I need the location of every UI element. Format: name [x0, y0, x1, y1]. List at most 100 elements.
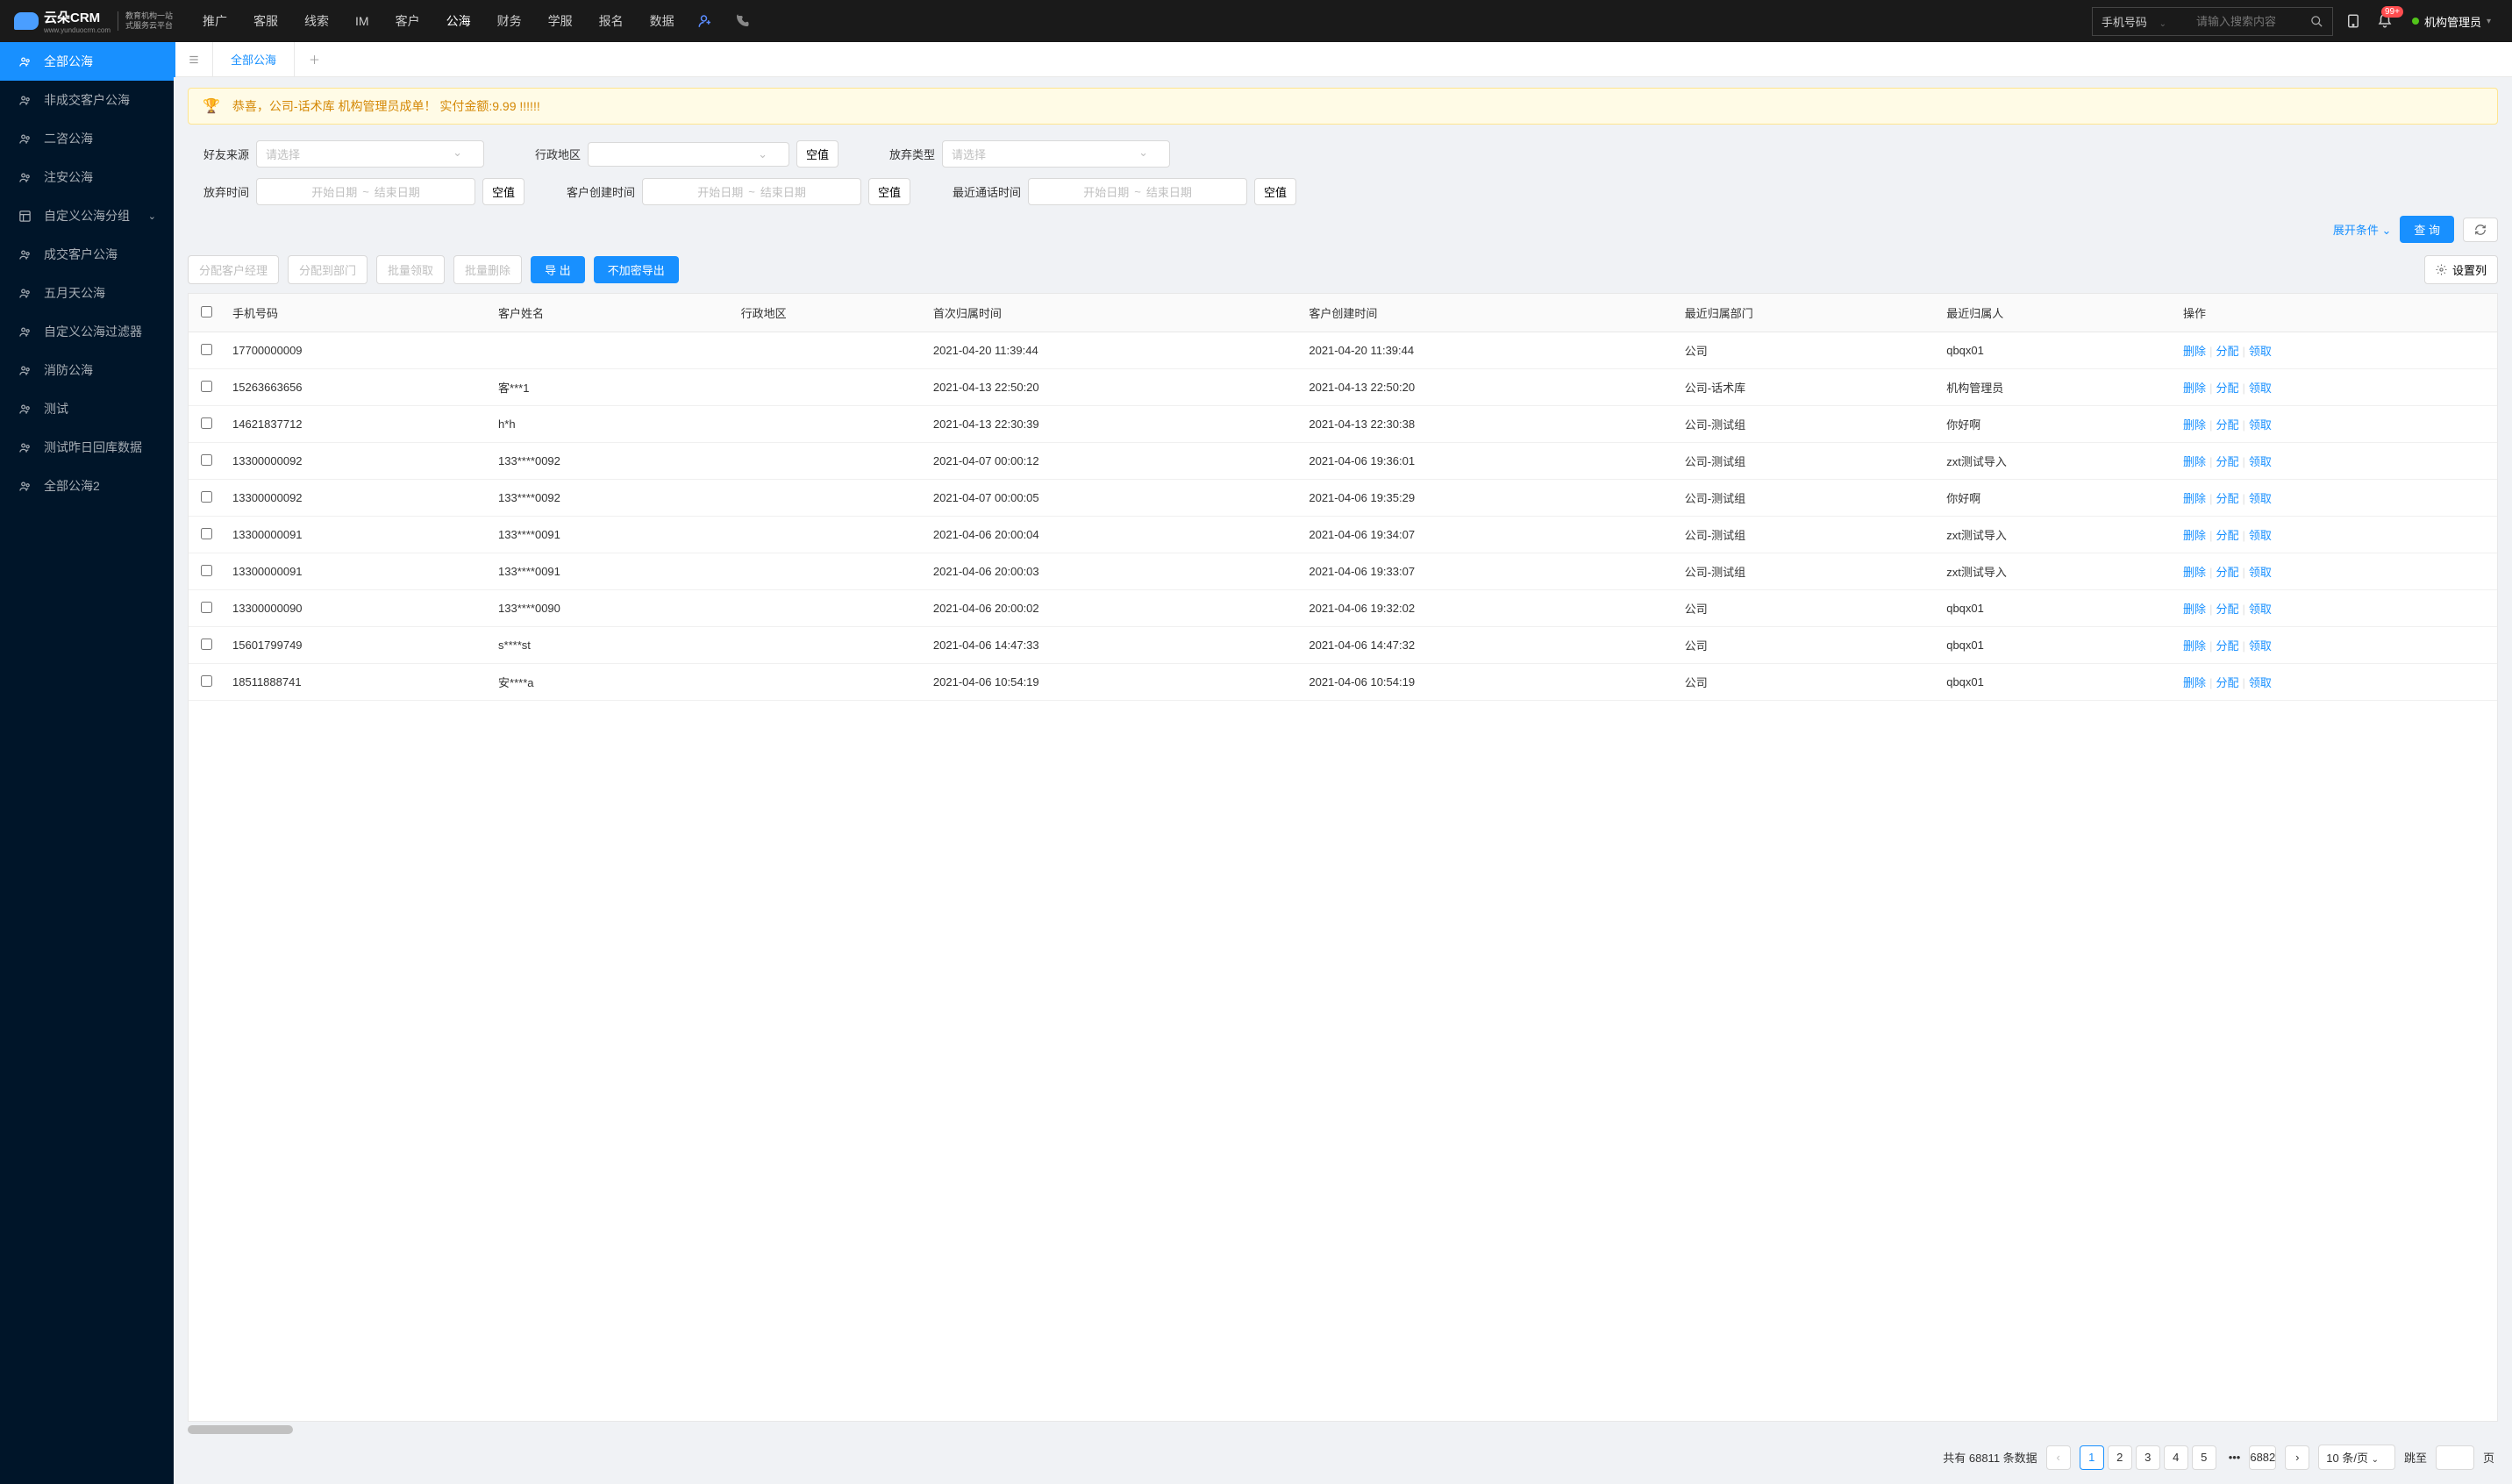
sidebar-item[interactable]: 消防公海 — [0, 351, 174, 389]
nav-item[interactable]: 线索 — [292, 0, 341, 42]
query-button[interactable]: 查 询 — [2400, 216, 2454, 243]
filter-create-time-empty[interactable]: 空值 — [868, 178, 910, 205]
row-checkbox[interactable] — [201, 565, 212, 576]
user-menu[interactable]: 机构管理员 ▾ — [2405, 13, 2498, 30]
row-claim-link[interactable]: 领取 — [2249, 455, 2272, 468]
batch-delete-button[interactable]: 批量删除 — [453, 255, 522, 284]
sidebar-item[interactable]: 自定义公海过滤器 — [0, 312, 174, 351]
filter-source-select[interactable]: 请选择⌄ — [256, 140, 484, 168]
bell-icon[interactable]: 99+ — [2373, 10, 2396, 32]
nav-item[interactable]: 客户 — [383, 0, 432, 42]
page-number-button[interactable]: 1 — [2080, 1445, 2104, 1470]
row-assign-link[interactable]: 分配 — [2216, 566, 2238, 579]
row-checkbox[interactable] — [201, 454, 212, 466]
search-button[interactable] — [2301, 8, 2332, 35]
row-checkbox[interactable] — [201, 344, 212, 355]
row-claim-link[interactable]: 领取 — [2249, 566, 2272, 579]
nav-item[interactable]: 学服 — [536, 0, 585, 42]
row-delete-link[interactable]: 删除 — [2183, 418, 2206, 432]
row-checkbox[interactable] — [201, 417, 212, 429]
row-assign-link[interactable]: 分配 — [2216, 382, 2238, 395]
row-delete-link[interactable]: 删除 — [2183, 492, 2206, 505]
sidebar-item[interactable]: 成交客户公海 — [0, 235, 174, 274]
page-number-button[interactable]: 3 — [2136, 1445, 2160, 1470]
filter-call-time-empty[interactable]: 空值 — [1254, 178, 1296, 205]
column-settings-button[interactable]: 设置列 — [2424, 255, 2498, 284]
row-delete-link[interactable]: 删除 — [2183, 676, 2206, 689]
phone-icon[interactable] — [724, 0, 760, 42]
row-assign-link[interactable]: 分配 — [2216, 639, 2238, 653]
row-delete-link[interactable]: 删除 — [2183, 345, 2206, 358]
row-assign-link[interactable]: 分配 — [2216, 418, 2238, 432]
add-user-icon[interactable] — [687, 0, 724, 42]
row-claim-link[interactable]: 领取 — [2249, 418, 2272, 432]
page-size-select[interactable]: 10 条/页 ⌄ — [2318, 1445, 2395, 1470]
export-plain-button[interactable]: 不加密导出 — [594, 256, 679, 283]
row-claim-link[interactable]: 领取 — [2249, 345, 2272, 358]
row-delete-link[interactable]: 删除 — [2183, 455, 2206, 468]
search-type-select[interactable]: 手机号码 ⌄ — [2093, 8, 2187, 35]
sidebar-item[interactable]: 自定义公海分组⌄ — [0, 196, 174, 235]
row-checkbox[interactable] — [201, 381, 212, 392]
nav-item[interactable]: 财务 — [485, 0, 534, 42]
row-checkbox[interactable] — [201, 639, 212, 650]
filter-abandon-type-select[interactable]: 请选择⌄ — [942, 140, 1170, 168]
sidebar-item[interactable]: 二咨公海 — [0, 119, 174, 158]
row-assign-link[interactable]: 分配 — [2216, 455, 2238, 468]
last-page-button[interactable]: 6882 — [2249, 1445, 2276, 1470]
row-claim-link[interactable]: 领取 — [2249, 603, 2272, 616]
logo[interactable]: 云朵CRM www.yunduocrm.com 教育机构一站 式服务云平台 — [14, 8, 173, 34]
row-checkbox[interactable] — [201, 675, 212, 687]
page-number-button[interactable]: 5 — [2192, 1445, 2216, 1470]
row-checkbox[interactable] — [201, 528, 212, 539]
row-checkbox[interactable] — [201, 602, 212, 613]
nav-item[interactable]: IM — [343, 0, 382, 42]
row-claim-link[interactable]: 领取 — [2249, 529, 2272, 542]
filter-region-select[interactable]: ⌄ — [588, 142, 789, 167]
row-delete-link[interactable]: 删除 — [2183, 566, 2206, 579]
sidebar-item[interactable]: 五月天公海 — [0, 274, 174, 312]
sidebar-item[interactable]: 注安公海 — [0, 158, 174, 196]
search-input[interactable] — [2187, 8, 2301, 35]
refresh-button[interactable] — [2463, 218, 2498, 242]
row-assign-link[interactable]: 分配 — [2216, 529, 2238, 542]
row-checkbox[interactable] — [201, 491, 212, 503]
row-assign-link[interactable]: 分配 — [2216, 345, 2238, 358]
tab-collapse-icon[interactable] — [174, 42, 213, 77]
sidebar-item[interactable]: 全部公海2 — [0, 467, 174, 505]
batch-claim-button[interactable]: 批量领取 — [376, 255, 445, 284]
row-assign-link[interactable]: 分配 — [2216, 603, 2238, 616]
filter-abandon-time-range[interactable]: 开始日期~结束日期 — [256, 178, 475, 205]
row-claim-link[interactable]: 领取 — [2249, 676, 2272, 689]
nav-item[interactable]: 推广 — [190, 0, 239, 42]
row-claim-link[interactable]: 领取 — [2249, 382, 2272, 395]
export-button[interactable]: 导 出 — [531, 256, 585, 283]
select-all-checkbox[interactable] — [201, 306, 212, 317]
horizontal-scrollbar[interactable] — [188, 1425, 293, 1434]
sidebar-item[interactable]: 测试昨日回库数据 — [0, 428, 174, 467]
sidebar-item[interactable]: 非成交客户公海 — [0, 81, 174, 119]
jump-page-input[interactable] — [2436, 1445, 2474, 1470]
filter-region-empty[interactable]: 空值 — [796, 140, 839, 168]
page-number-button[interactable]: 2 — [2108, 1445, 2132, 1470]
nav-item[interactable]: 数据 — [638, 0, 687, 42]
nav-item[interactable]: 客服 — [241, 0, 290, 42]
prev-page-button[interactable]: ‹ — [2046, 1445, 2071, 1470]
row-delete-link[interactable]: 删除 — [2183, 639, 2206, 653]
expand-filters-link[interactable]: 展开条件 ⌄ — [2333, 221, 2392, 238]
row-delete-link[interactable]: 删除 — [2183, 603, 2206, 616]
filter-create-time-range[interactable]: 开始日期~结束日期 — [642, 178, 861, 205]
sidebar-item[interactable]: 测试 — [0, 389, 174, 428]
row-assign-link[interactable]: 分配 — [2216, 492, 2238, 505]
sidebar-item[interactable]: 全部公海 — [0, 42, 174, 81]
filter-call-time-range[interactable]: 开始日期~结束日期 — [1028, 178, 1247, 205]
nav-item[interactable]: 报名 — [587, 0, 636, 42]
filter-abandon-time-empty[interactable]: 空值 — [482, 178, 525, 205]
row-assign-link[interactable]: 分配 — [2216, 676, 2238, 689]
page-number-button[interactable]: 4 — [2164, 1445, 2188, 1470]
assign-manager-button[interactable]: 分配客户经理 — [188, 255, 279, 284]
row-claim-link[interactable]: 领取 — [2249, 492, 2272, 505]
assign-dept-button[interactable]: 分配到部门 — [288, 255, 368, 284]
row-claim-link[interactable]: 领取 — [2249, 639, 2272, 653]
tablet-icon[interactable] — [2342, 10, 2365, 32]
